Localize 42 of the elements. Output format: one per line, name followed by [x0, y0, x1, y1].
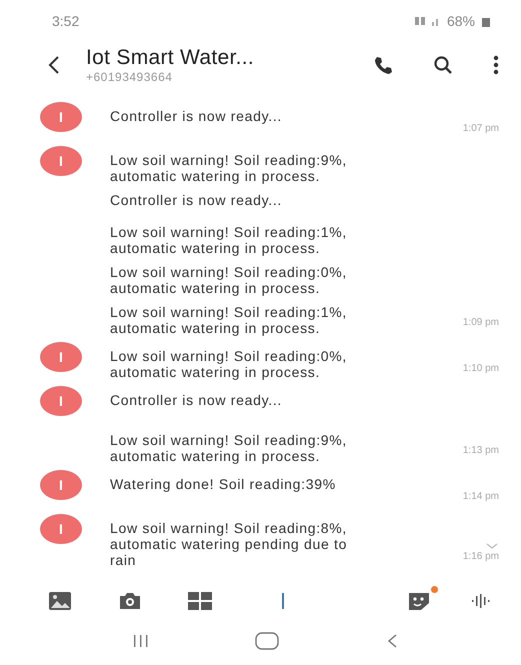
- message-text: Controller is now ready...: [110, 391, 284, 408]
- contact-avatar: I: [40, 342, 82, 372]
- signal-icon: [430, 16, 441, 26]
- conversation-title: Iot Smart Water...: [86, 46, 255, 70]
- message-text: Low soil warning! Soil reading:8%, automatic watering pending due to rain: [110, 519, 348, 568]
- phone-number: +60193493664: [86, 70, 174, 84]
- search-icon[interactable]: [433, 55, 453, 75]
- back-button[interactable]: [48, 55, 60, 75]
- network-icon: [414, 16, 425, 26]
- message-text: Controller is now ready...: [110, 192, 284, 208]
- camera-icon[interactable]: [118, 592, 142, 610]
- apps-grid-icon[interactable]: [188, 592, 212, 610]
- back-icon[interactable]: [386, 633, 398, 649]
- message-time: 1:16 pm: [462, 551, 499, 562]
- home-icon[interactable]: [255, 632, 280, 650]
- contact-avatar: I: [40, 146, 82, 176]
- phone-icon[interactable]: [373, 55, 393, 75]
- message-time: 1:10 pm: [462, 363, 499, 374]
- message-text: Low soil warning! Soil reading:1%, automatic watering in process.: [110, 304, 348, 336]
- message-time: 1:09 pm: [462, 317, 499, 328]
- contact-avatar: I: [40, 470, 82, 500]
- more-options-icon[interactable]: [493, 55, 499, 75]
- message-text: Low soil warning! Soil reading:0%, automatic watering in process.: [110, 264, 348, 296]
- contact-avatar: I: [40, 102, 82, 132]
- message-text: Low soil warning! Soil reading:0%, automatic watering in process.: [110, 347, 348, 380]
- message-text: Low soil warning! Soil reading:9%, automatic watering in process.: [110, 151, 348, 184]
- voice-icon[interactable]: [471, 593, 491, 609]
- sticker-icon[interactable]: [407, 591, 431, 611]
- contact-avatar: I: [40, 514, 82, 544]
- message-text: Low soil warning! Soil reading:1%, automatic watering in process.: [110, 224, 348, 256]
- message-time: 1:14 pm: [462, 491, 499, 502]
- message-text: Watering done! Soil reading:39%: [110, 475, 337, 492]
- status-time: 3:52: [52, 13, 80, 29]
- gallery-icon[interactable]: [48, 591, 72, 611]
- recent-apps-icon[interactable]: [133, 634, 150, 648]
- message-time: 1:13 pm: [462, 445, 499, 456]
- message-text: Controller is now ready...: [110, 107, 284, 124]
- message-time: 1:07 pm: [462, 123, 499, 134]
- battery-level: 68%: [446, 13, 475, 29]
- battery-icon: [481, 16, 491, 26]
- contact-avatar: I: [40, 386, 82, 416]
- message-text: Low soil warning! Soil reading:9%, automatic watering in process.: [110, 432, 348, 464]
